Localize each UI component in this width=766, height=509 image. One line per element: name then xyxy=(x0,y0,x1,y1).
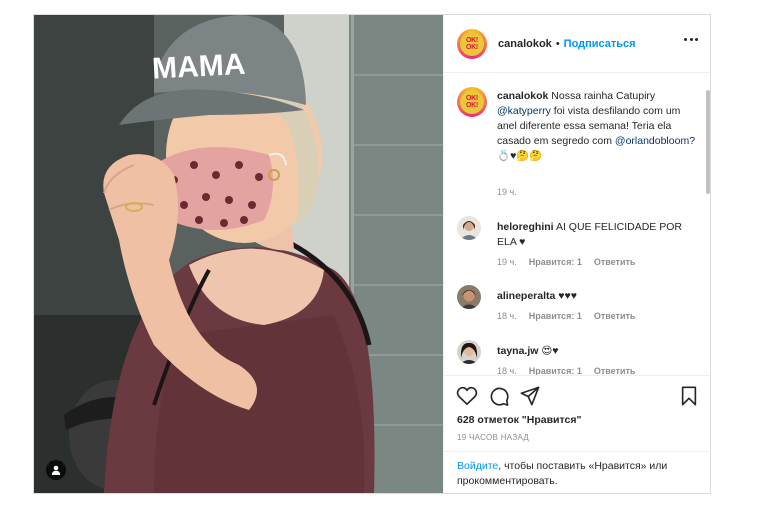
post-age[interactable]: 19 ЧАСОВ НАЗАД xyxy=(457,433,529,442)
photo-illustration: MAMA xyxy=(34,15,443,493)
post-actions: 628 отметок "Нравится" 19 ЧАСОВ НАЗАД Во… xyxy=(444,375,711,494)
user-tag-icon[interactable] xyxy=(46,460,66,480)
caption-username[interactable]: canalokok xyxy=(497,90,548,102)
comment-meta: 18 ч. Нравится: 1 Ответить xyxy=(497,366,635,375)
post-sidebar: OK! OK! canalokok • Подписаться OK! OK! … xyxy=(443,15,711,493)
comment-meta: 19 ч. Нравится: 1 Ответить xyxy=(497,257,635,267)
likes-count[interactable]: 628 отметок "Нравится" xyxy=(457,414,581,426)
mention-link[interactable]: @katyperry xyxy=(497,105,551,117)
post-photo[interactable]: MAMA xyxy=(34,15,443,493)
more-icon[interactable] xyxy=(684,38,698,42)
action-icons xyxy=(456,386,701,408)
login-prompt-text: Войдите, чтобы поставить «Нравится» или … xyxy=(457,459,697,489)
login-prompt: Войдите, чтобы поставить «Нравится» или … xyxy=(444,451,711,495)
caption-body: Nossa rainha Catupiry xyxy=(548,90,656,102)
mention-link[interactable]: @orlandobloom xyxy=(615,135,689,147)
share-icon[interactable] xyxy=(519,386,541,406)
comment-text: tayna.jw 😍♥ xyxy=(497,344,697,359)
login-link[interactable]: Войдите xyxy=(457,460,498,472)
comment-avatar[interactable] xyxy=(457,216,481,240)
comment-text: alineperalta ♥♥♥ xyxy=(497,289,697,304)
post-header: OK! OK! canalokok • Подписаться xyxy=(444,15,711,73)
comment-time[interactable]: 19 ч. xyxy=(497,257,517,267)
comment-time[interactable]: 18 ч. xyxy=(497,366,517,375)
comments-scrollbar[interactable] xyxy=(706,90,710,194)
comments-list[interactable]: OK! OK! canalokok Nossa rainha Catupiry … xyxy=(444,73,711,375)
comment-username[interactable]: heloreghini xyxy=(497,221,554,233)
comment-avatar[interactable] xyxy=(457,340,481,364)
header-username[interactable]: canalokok xyxy=(498,38,552,50)
avatar[interactable]: OK! OK! xyxy=(457,87,487,117)
caption-text: canalokok Nossa rainha Catupiry @katyper… xyxy=(497,89,697,164)
comment-username[interactable]: tayna.jw xyxy=(497,345,538,357)
bookmark-icon[interactable] xyxy=(680,386,698,406)
comment-likes[interactable]: Нравится: 1 xyxy=(529,311,582,321)
avatar-logo: OK! OK! xyxy=(460,90,484,114)
avatar[interactable]: OK! OK! xyxy=(457,28,487,59)
comment-text: heloreghini AI QUE FELICIDADE POR ELA ♥ xyxy=(497,220,697,250)
reply-button[interactable]: Ответить xyxy=(594,257,636,267)
comment-body: ♥♥♥ xyxy=(558,290,577,302)
separator-dot: • xyxy=(555,37,560,50)
reply-button[interactable]: Ответить xyxy=(594,366,636,375)
caption-time[interactable]: 19 ч. xyxy=(497,187,517,197)
comment-time[interactable]: 18 ч. xyxy=(497,311,517,321)
comment-icon[interactable] xyxy=(488,386,510,406)
cap-text: MAMA xyxy=(151,48,246,86)
follow-button[interactable]: Подписаться xyxy=(564,38,636,50)
comment-username[interactable]: alineperalta xyxy=(497,290,555,302)
comment-likes[interactable]: Нравится: 1 xyxy=(529,366,582,375)
comment-body: 😍♥ xyxy=(541,345,559,357)
comment-likes[interactable]: Нравится: 1 xyxy=(529,257,582,267)
comment-avatar[interactable] xyxy=(457,285,481,309)
heart-icon[interactable] xyxy=(456,386,478,406)
instagram-post: MAMA OK! OK! canalokok • Подписаться OK!… xyxy=(33,14,711,494)
comment-meta: 18 ч. Нравится: 1 Ответить xyxy=(497,311,635,321)
reply-button[interactable]: Ответить xyxy=(594,311,636,321)
avatar-logo: OK! OK! xyxy=(460,31,484,56)
